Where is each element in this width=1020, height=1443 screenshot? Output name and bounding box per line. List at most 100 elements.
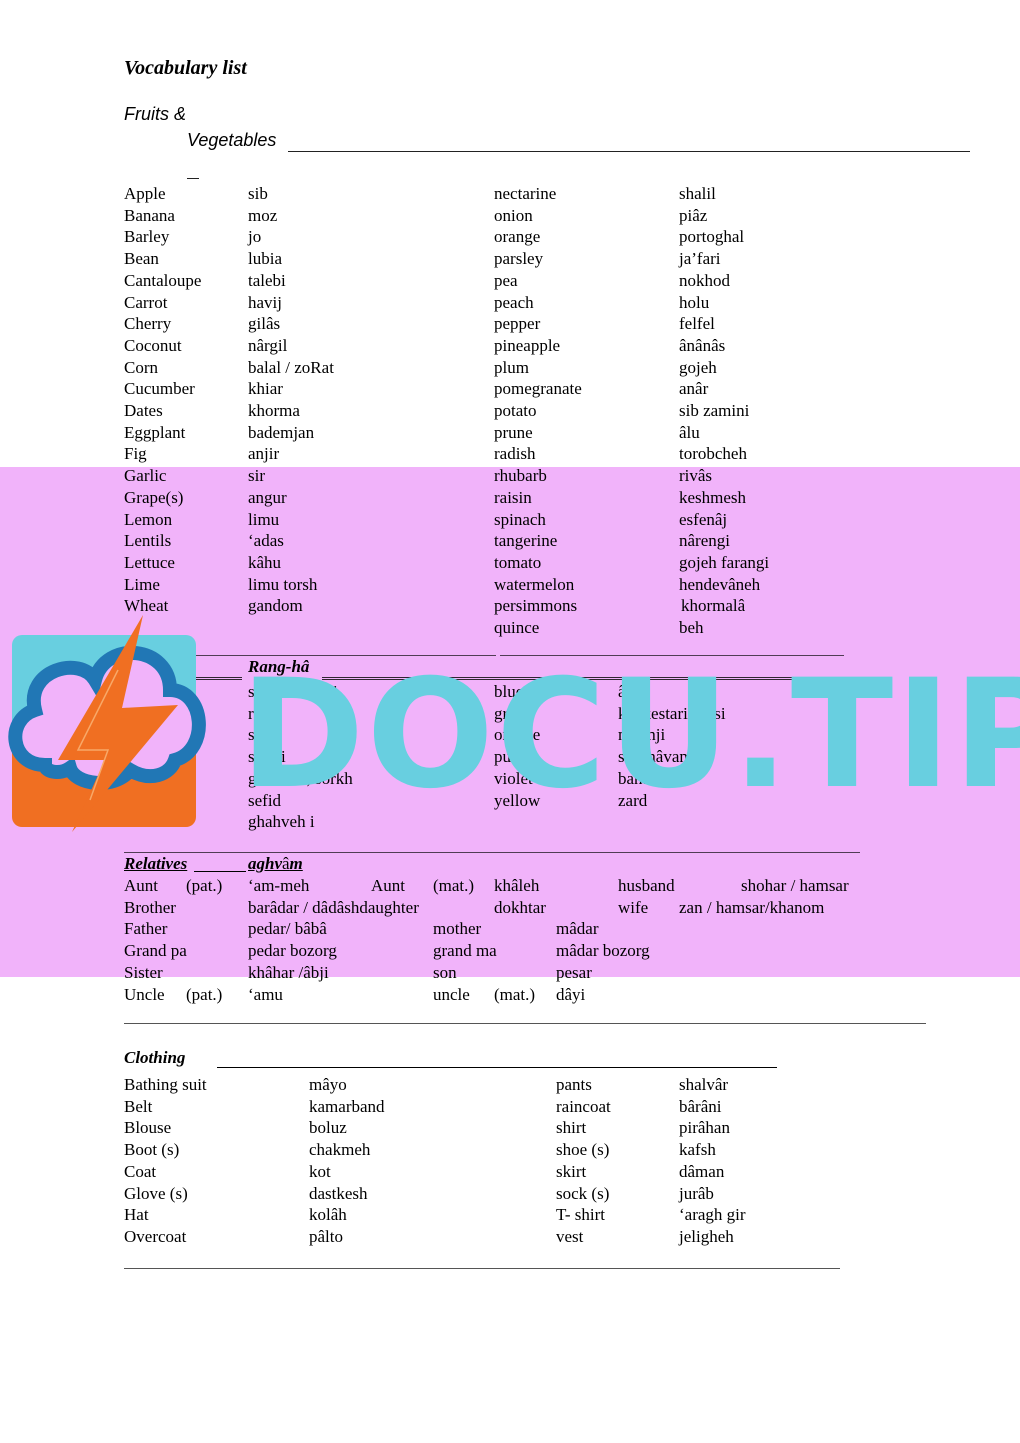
relatives-heading-underline [194,871,246,872]
relatives-cell: Aunt [371,876,405,895]
fruits-heading-dash [187,178,199,179]
vocab-english-word: pineapple [494,335,561,355]
vocab-persian-word: talebi [248,270,286,290]
vocab-english-word: shoe (s) [556,1140,610,1160]
fruits-heading-line1: Fruits & [124,104,187,124]
vocab-english-word: rhubarb [494,466,547,486]
relatives-cell: pedar/ bâbâ [248,919,327,939]
vocab-english-word: skirt [556,1161,587,1181]
relatives-cell: Grand pa [124,941,187,961]
vocab-persian-word: angur [248,487,287,507]
vocab-english-word: Red [124,768,152,788]
vocab-persian-word: khiar [248,379,283,399]
page-title: Vocabulary list [124,57,247,79]
vocab-english-word: parsley [494,249,544,269]
vocab-persian-word: nârgil [248,335,288,355]
vocab-persian-word: ‘aragh gir [679,1205,746,1225]
vocab-persian-word: piâz [679,205,708,225]
vocab-persian-word: dastkesh [309,1183,368,1203]
vocab-english-word: Bathing suit [124,1075,207,1094]
fruits-heading-rule [288,151,970,152]
relatives-heading-fa: aghvâm [248,854,303,873]
vocab-english-word: Blouse [124,1118,172,1138]
relatives-cell: Aunt [124,876,158,895]
vocab-persian-word: limu [248,509,280,529]
vocab-persian-word: sib zamini [679,401,750,420]
vocab-persian-word: gilâs [248,314,281,334]
colors-heading: C [124,657,136,676]
vocab-english-word: shirt [556,1118,587,1138]
vocab-english-word: Garlic [124,466,167,486]
vocab-persian-word: anâr [679,379,709,399]
vocab-persian-word: rivâs [679,466,713,486]
vocab-english-word: persimmons [494,596,578,616]
vocab-english-word: radish [494,444,536,464]
vocab-persian-word: dâman [679,1161,725,1181]
vocab-english-word: Lentils [124,531,172,551]
vocab-english-word: Color [124,703,163,723]
vocab-persian-word: ‘adas [248,531,284,551]
vocab-persian-word: nokhod [679,270,730,290]
vocab-english-word: Dates [124,401,163,420]
vocab-english-word: Barley [124,227,170,247]
vocab-english-word: plum [494,357,529,377]
vocab-english-word: peach [494,292,534,312]
vocab-persian-word: kolâh [309,1205,347,1225]
vocab-english-word: Banana [124,205,175,225]
divider [124,1268,840,1269]
vocab-persian-word: holu [679,292,710,312]
vocab-english-word: Black [124,682,164,701]
divider [124,852,860,853]
vocab-persian-word: chakmeh [309,1140,371,1160]
vocab-persian-word: torobcheh [679,444,747,464]
vocab-persian-word: gojeh farangi [679,552,770,572]
vocab-english-word: potato [494,401,537,420]
vocab-english-word: sock (s) [556,1183,610,1203]
divider [124,1023,926,1024]
vocab-english-word: raincoat [556,1096,611,1116]
vocab-english-word: pants [556,1075,592,1094]
relatives-cell: (mat.) [433,876,475,895]
vocab-english-word: Brown [124,812,171,832]
vocab-english-word: Belt [124,1096,153,1116]
vocab-english-word: T- shirt [556,1205,605,1225]
relatives-cell: son [433,962,457,982]
vocab-english-word: pea [494,270,518,290]
relatives-cell: uncle [433,984,470,1004]
vocab-persian-word: kamarband [309,1096,385,1116]
vocab-persian-word: kafsh [679,1140,716,1160]
vocab-english-word: Pink [124,747,156,767]
relatives-cell: husband [618,876,675,895]
relatives-cell: pesar [556,962,592,982]
vocab-persian-word: limu torsh [248,574,318,594]
vocab-persian-word: keshmesh [679,487,747,507]
vocab-english-word: White [124,790,166,810]
vocab-persian-word: sib [248,184,268,203]
relatives-cell: ‘amu [248,984,283,1004]
vocab-english-word: tomato [494,552,542,572]
vocab-english-word: Bean [124,249,159,269]
vocab-persian-word: bârâni [679,1096,722,1116]
relatives-cell: wife [618,897,649,917]
vocab-persian-word: gandom [248,596,303,616]
vocab-persian-word: kâhu [248,552,282,572]
vocab-persian-word: nârengi [679,531,730,551]
relatives-cell: khâleh [494,876,540,895]
vocab-english-word: Coconut [124,335,182,355]
vocab-persian-word: beh [679,618,704,637]
vocab-persian-word: balal / zoRat [248,357,334,377]
vocab-persian-word: lubia [248,249,282,269]
vocab-persian-word: âlu [679,422,700,442]
vocab-english-word: Lettuce [124,552,175,572]
vocab-persian-word: havij [248,292,282,312]
vocab-english-word: Cherry [124,314,172,334]
relatives-cell: grand ma [433,941,497,961]
vocab-english-word: Fig [124,444,147,464]
relatives-cell: ‘am-meh [248,876,310,895]
vocab-english-word: pepper [494,314,541,334]
relatives-cell: shohar / hamsar [741,876,849,895]
cloud-lightning-logo-icon [8,615,206,832]
vocab-english-word: Lemon [124,509,173,529]
clothing-heading: Clothing [124,1048,186,1067]
vocab-persian-word: portoghal [679,227,745,247]
